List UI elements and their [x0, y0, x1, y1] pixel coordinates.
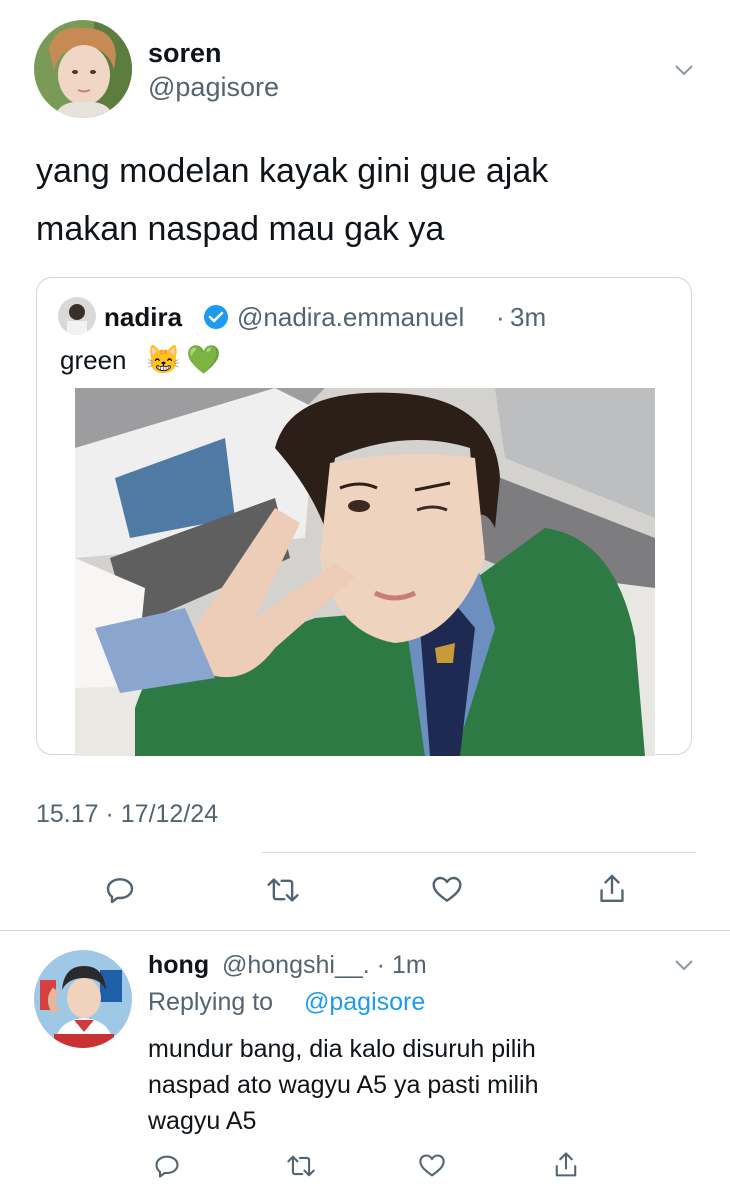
quoted-tweet-time: 3m [510, 302, 547, 332]
quoted-author-handle: @nadira.emmanuel [237, 302, 465, 332]
reply-action-like-icon[interactable] [417, 1152, 447, 1180]
replying-to-handle-link[interactable]: @pagisore [304, 988, 425, 1017]
reply-text-line-2: naspad ato wagyu A5 ya pasti milih [148, 1071, 539, 1099]
reply-icon[interactable] [104, 874, 136, 906]
reply-action-reply-icon[interactable] [153, 1152, 181, 1180]
reply-author-handle-time: @hongshi__. · 1m [222, 951, 427, 979]
tweet-timestamp: 15.17 · 17/12/24 [36, 800, 219, 828]
author-avatar[interactable] [34, 20, 132, 118]
reply-author-avatar[interactable] [34, 950, 132, 1048]
quoted-tweet-photo[interactable] [75, 388, 655, 756]
share-icon[interactable] [596, 872, 628, 906]
reply-author-name[interactable]: hong [148, 951, 209, 980]
divider-after-timestamp [262, 852, 696, 853]
verified-badge-icon [203, 304, 229, 330]
quoted-tweet-text: green [60, 345, 127, 375]
chevron-down-icon[interactable] [672, 58, 696, 82]
like-heart-icon[interactable] [430, 874, 464, 906]
quoted-time-separator: · [496, 302, 505, 332]
green-heart-emoji: 💚 [186, 344, 221, 375]
reply-action-retweet-icon[interactable] [286, 1152, 316, 1180]
tweet-text-line-2: makan naspad mau gak ya [36, 210, 445, 248]
reply-chevron-down-icon[interactable] [672, 953, 696, 977]
replying-to-label: Replying to [148, 988, 274, 1016]
quoted-author-name: nadira [104, 302, 183, 332]
author-handle[interactable]: @pagisore [148, 72, 279, 103]
author-display-name[interactable]: soren [148, 38, 222, 69]
divider-before-reply [0, 930, 730, 931]
reply-text-line-1: mundur bang, dia kalo disuruh pilih [148, 1035, 536, 1063]
reply-action-share-icon[interactable] [552, 1150, 580, 1180]
grinning-cat-emoji: 😸 [146, 344, 181, 375]
retweet-icon[interactable] [266, 874, 300, 906]
reply-text-line-3: wagyu A5 [148, 1107, 257, 1135]
tweet-text-line-1: yang modelan kayak gini gue ajak [36, 152, 549, 190]
quoted-author-avatar [58, 297, 96, 335]
